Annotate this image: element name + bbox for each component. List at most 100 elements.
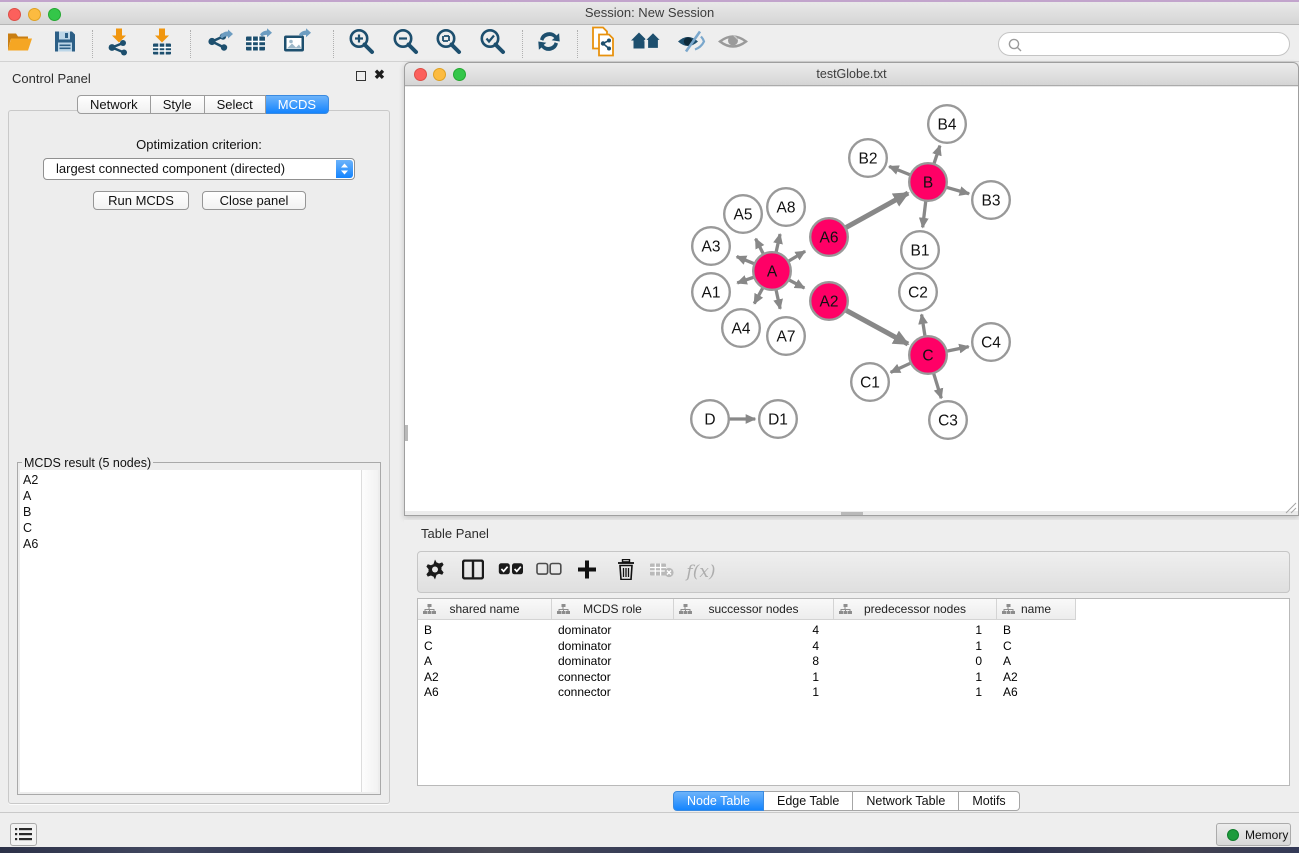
mcds-result-item[interactable]: C [20,520,363,536]
node-label-A: A [767,264,778,281]
node-label-B4: B4 [938,117,957,134]
network-window-titlebar[interactable]: testGlobe.txt [405,63,1298,86]
cell: connector [552,685,674,701]
edge-A-A1[interactable] [737,277,754,283]
task-history-button[interactable] [10,823,37,846]
tab-select[interactable]: Select [205,95,266,114]
network-canvas[interactable]: AA1A2A3A4A5A6A7A8BB1B2B3B4CC1C2C3C4DD1 [405,87,1298,513]
delete-column-icon[interactable] [617,559,635,585]
column-header-successor-nodes[interactable]: successor nodes [674,599,834,619]
table-panel-tabs: Node TableEdge TableNetwork TableMotifs [673,791,1020,811]
close-panel-button[interactable]: Close panel [202,191,306,210]
column-header-MCDS-role[interactable]: MCDS role [552,599,674,619]
resize-grip-icon[interactable] [1285,502,1297,514]
cell: A2 [418,670,552,686]
mcds-result-item[interactable]: A2 [20,472,363,488]
mcds-result-item[interactable]: B [20,504,363,520]
mcds-result-scrollbar[interactable] [361,470,378,792]
network-maximize-button[interactable] [453,68,466,81]
export-network-icon[interactable] [206,28,234,59]
edge-A-A6[interactable] [788,251,805,261]
node-table-rows: Bdominator41BCdominator41CAdominator80AA… [418,623,1289,701]
edge-A2-C[interactable] [846,310,908,344]
table-row-A6[interactable]: A6connector11A6 [418,685,1289,701]
zoom-fit-icon[interactable] [434,27,462,60]
edge-A6-B[interactable] [845,193,908,228]
edge-C-C2[interactable] [922,315,925,337]
table-row-B[interactable]: Bdominator41B [418,623,1289,639]
column-header-name[interactable]: name [997,599,1076,619]
add-column-icon[interactable] [578,561,596,584]
network-close-button[interactable] [414,68,427,81]
hide-eye-icon[interactable] [676,29,706,58]
edge-B-B3[interactable] [946,187,969,194]
tab-mcds[interactable]: MCDS [266,95,329,114]
table-tab-network-table[interactable]: Network Table [853,791,959,811]
tab-style[interactable]: Style [151,95,205,114]
home-view-icon[interactable] [630,30,662,57]
export-table-icon[interactable] [244,28,272,59]
import-network-icon[interactable] [106,27,132,60]
open-session-icon[interactable] [6,29,34,58]
edge-A-A2[interactable] [789,280,805,288]
network-hscrollbar-thumb[interactable] [841,512,863,515]
save-session-icon[interactable] [53,29,77,58]
table-columns-icon[interactable] [462,560,484,585]
select-all-rows-icon[interactable] [498,563,524,582]
network-minimize-button[interactable] [433,68,446,81]
column-header-shared-name[interactable]: shared name [418,599,552,619]
table-tab-edge-table[interactable]: Edge Table [764,791,853,811]
cell: 1 [674,685,834,701]
column-tree-icon [557,604,570,615]
column-header-predecessor-nodes[interactable]: predecessor nodes [834,599,997,619]
table-row-A[interactable]: Adominator80A [418,654,1289,670]
cell: 0 [834,654,997,670]
optimization-criterion-select[interactable]: largest connected component (directed) [43,158,355,180]
node-label-C4: C4 [981,335,1001,352]
edge-A-A7[interactable] [776,289,780,308]
show-eye-icon[interactable] [718,30,748,57]
delete-table-icon[interactable] [650,562,674,583]
table-toolbar: f(x) [417,551,1290,593]
minimize-window-button[interactable] [28,8,41,21]
edge-A-A8[interactable] [776,234,780,252]
control-panel-close-icon[interactable]: ✖ [374,67,385,83]
edge-C-C3[interactable] [934,373,942,398]
cell: dominator [552,654,674,670]
maximize-window-button[interactable] [48,8,61,21]
edge-A-A5[interactable] [756,239,764,254]
edge-A-A4[interactable] [754,288,763,304]
memory-button[interactable]: Memory [1216,823,1291,846]
node-label-C3: C3 [938,413,958,430]
import-table-icon[interactable] [150,27,174,60]
clone-network-icon[interactable] [591,26,617,61]
zoom-in-icon[interactable] [347,27,375,60]
table-row-C[interactable]: Cdominator41C [418,639,1289,655]
edge-C-C4[interactable] [946,347,968,352]
edge-A-A3[interactable] [737,257,755,264]
mcds-result-item[interactable]: A6 [20,536,363,552]
mcds-result-item[interactable]: A [20,488,363,504]
run-mcds-button[interactable]: Run MCDS [93,191,189,210]
edge-B-B1[interactable] [923,201,926,228]
network-vscrollbar-thumb[interactable] [405,425,408,441]
edge-C-C1[interactable] [891,363,911,372]
refresh-icon[interactable] [536,28,562,59]
node-label-B: B [923,175,933,192]
edge-B-B4[interactable] [934,146,940,164]
tab-network[interactable]: Network [77,95,151,114]
mcds-result-list[interactable]: A2ABCA6 [20,470,363,792]
zoom-selected-icon[interactable] [478,27,506,60]
table-row-A2[interactable]: A2connector11A2 [418,670,1289,686]
edge-B-B2[interactable] [889,166,910,175]
table-tab-motifs[interactable]: Motifs [959,791,1019,811]
control-panel-float-icon[interactable] [356,71,366,81]
export-image-icon[interactable] [282,28,312,59]
zoom-out-icon[interactable] [391,27,419,60]
close-window-button[interactable] [8,8,21,21]
table-tab-node-table[interactable]: Node Table [673,791,764,811]
table-settings-icon[interactable] [425,560,445,585]
search-input[interactable] [998,32,1290,56]
deselect-all-rows-icon[interactable] [536,563,562,582]
function-builder-icon[interactable]: f(x) [686,562,715,582]
